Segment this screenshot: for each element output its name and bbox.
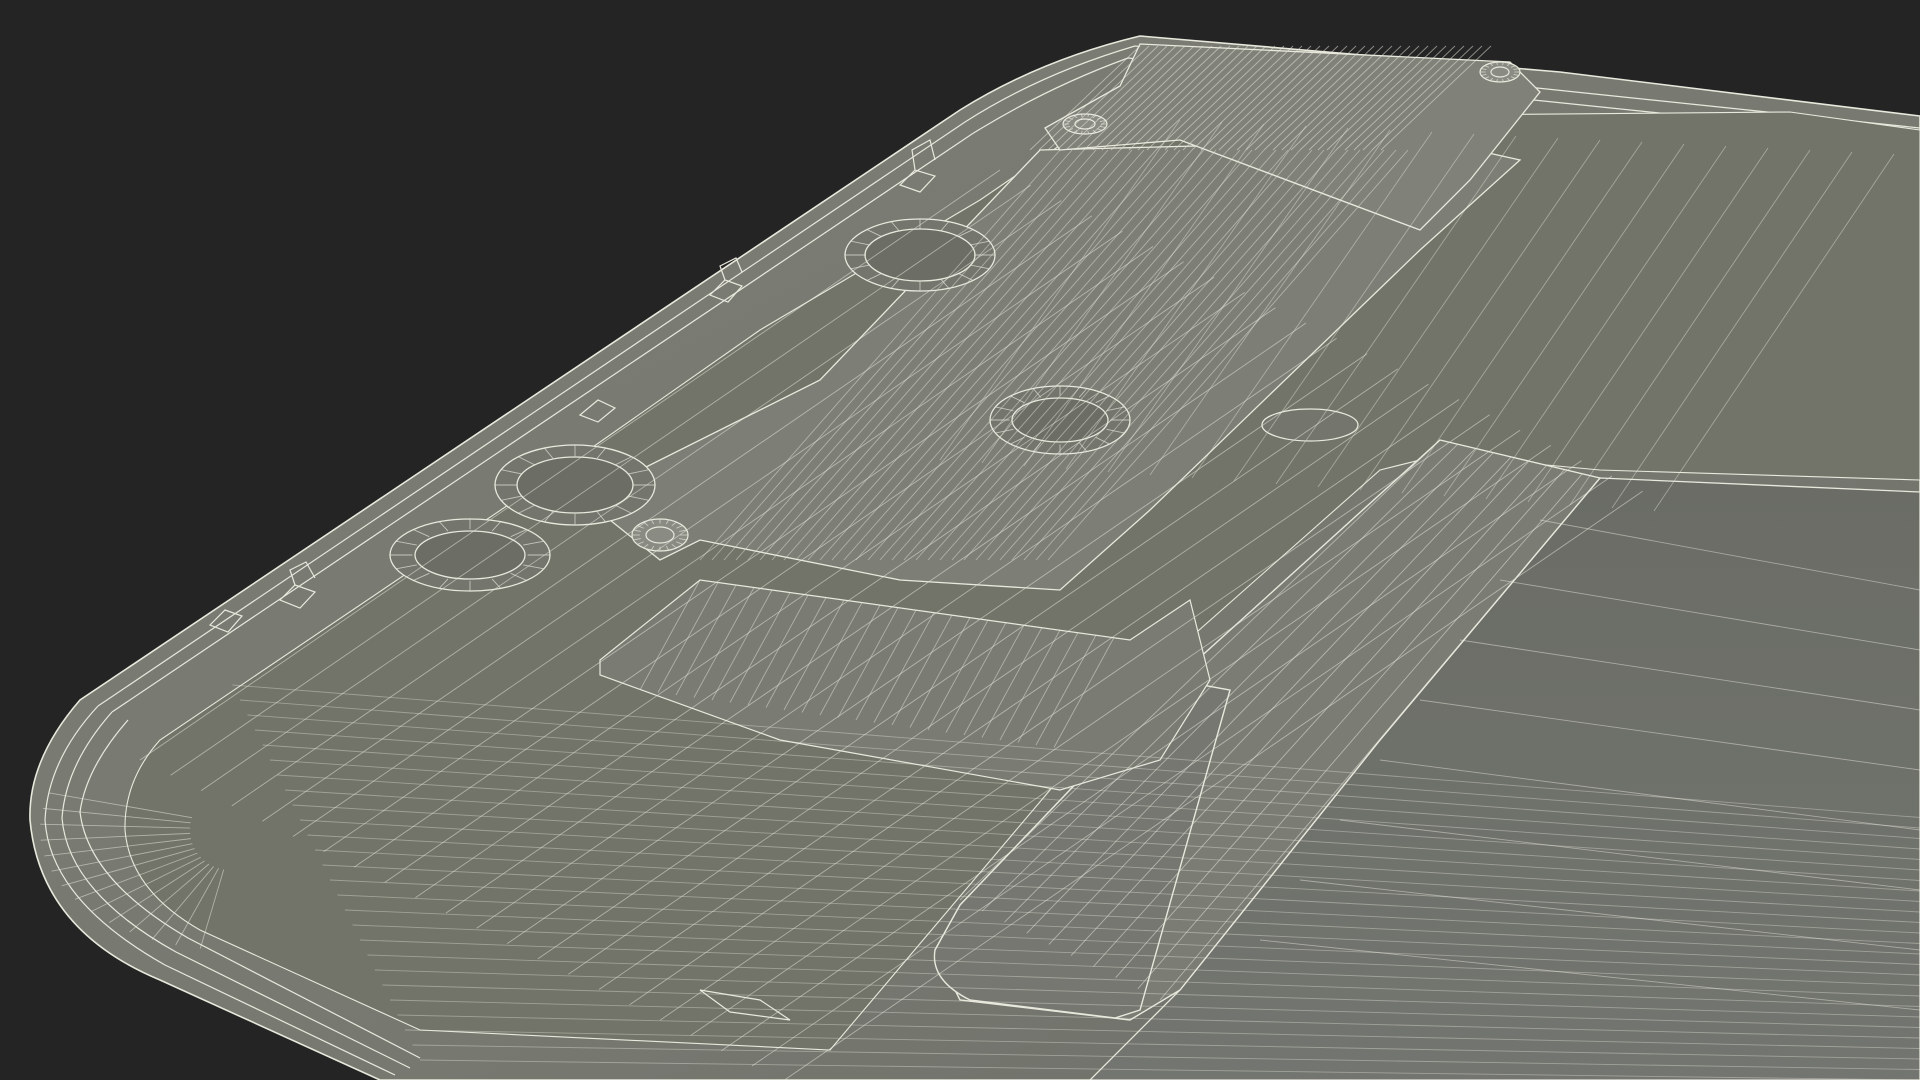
sensor-ring — [1261, 408, 1359, 442]
wireframe-render — [29, 35, 1920, 1080]
screw-mount-2 — [1479, 61, 1521, 83]
render-viewport — [0, 0, 1920, 1080]
